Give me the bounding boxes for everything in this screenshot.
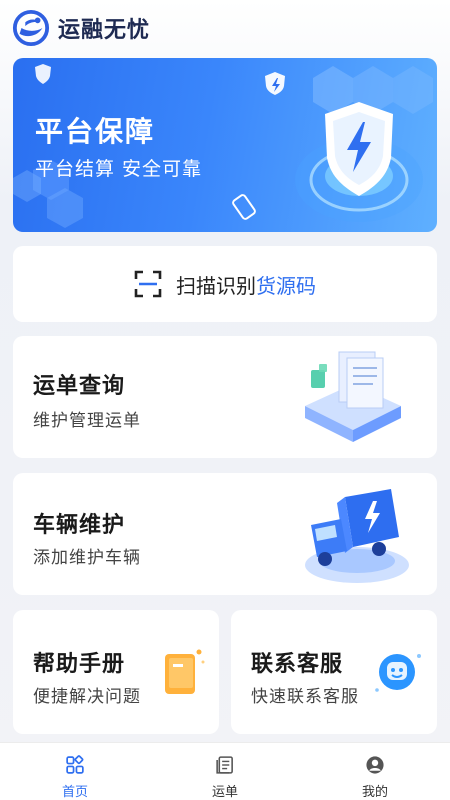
document-list-icon <box>216 756 233 774</box>
vehicle-card-title: 车辆维护 <box>33 513 126 538</box>
waybill-card-title: 运单查询 <box>33 374 126 399</box>
scan-icon <box>134 270 162 298</box>
scan-label: 扫描识别货源码 <box>176 270 316 299</box>
documents-illustration-icon <box>305 351 401 442</box>
tab-mine-label: 我的 <box>361 785 388 800</box>
help-manual-card[interactable]: 帮助手册 便捷解决问题 <box>13 610 219 734</box>
vehicle-card-subtitle: 添加维护车辆 <box>33 548 141 568</box>
banner-subtitle: 平台结算 安全可靠 <box>35 158 203 180</box>
scan-label-prefix: 扫描识别 <box>176 273 256 298</box>
manual-book-icon <box>165 649 205 694</box>
scan-source-code-button[interactable]: 扫描识别货源码 <box>13 246 437 322</box>
app-header: 运融无忧 <box>0 0 450 56</box>
tab-home[interactable]: 首页 <box>0 743 150 800</box>
tab-waybill[interactable]: 运单 <box>150 743 300 800</box>
customer-service-icon <box>375 654 421 692</box>
waybill-card-subtitle: 维护管理运单 <box>33 411 141 431</box>
app-title: 运融无忧 <box>58 18 151 43</box>
help-card-title: 帮助手册 <box>33 652 126 677</box>
bottom-tab-bar: 首页 运单 我的 <box>0 742 450 800</box>
tab-home-label: 首页 <box>61 785 88 800</box>
person-icon <box>366 756 384 774</box>
customer-service-card[interactable]: 联系客服 快速联系客服 <box>231 610 437 734</box>
help-card-subtitle: 便捷解决问题 <box>33 687 141 707</box>
scan-label-highlight: 货源码 <box>256 273 316 298</box>
service-card-title: 联系客服 <box>251 652 344 677</box>
app-logo-icon <box>12 9 50 47</box>
banner-title: 平台保障 <box>35 115 156 148</box>
platform-guarantee-banner[interactable]: 平台保障 平台结算 安全可靠 <box>13 58 437 232</box>
waybill-query-card[interactable]: 运单查询 维护管理运单 <box>13 336 437 458</box>
truck-illustration-icon <box>305 489 409 583</box>
tab-waybill-label: 运单 <box>211 785 238 800</box>
tab-mine[interactable]: 我的 <box>300 743 450 800</box>
vehicle-maintenance-card[interactable]: 车辆维护 添加维护车辆 <box>13 473 437 595</box>
service-card-subtitle: 快速联系客服 <box>251 687 359 707</box>
home-grid-icon <box>66 755 84 774</box>
